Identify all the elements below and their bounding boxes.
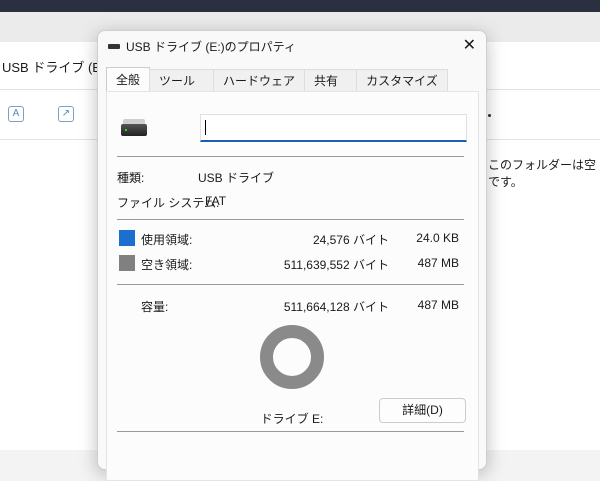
tab-hardware[interactable]: ハードウェア <box>213 69 306 91</box>
type-label: 種類: <box>117 171 145 185</box>
divider <box>117 284 464 285</box>
dialog-title-bar: USB ドライブ (E:)のプロパティ <box>108 37 296 55</box>
address-text: USB ドライブ (E:) <box>2 60 109 75</box>
share-icon[interactable]: ↗ <box>58 106 74 122</box>
drive-label: ドライブ E: <box>260 412 324 426</box>
empty-folder-message: このフォルダーは空です。 <box>488 158 597 189</box>
used-space-bytes: 24,576 バイト <box>312 233 389 247</box>
type-value: USB ドライブ <box>198 171 275 185</box>
free-space-bytes: 511,639,552 バイト <box>283 258 389 272</box>
text-cursor <box>205 120 206 135</box>
tab-tools[interactable]: ツール <box>149 69 215 91</box>
filesystem-value: FAT <box>205 194 227 208</box>
divider <box>117 156 464 157</box>
tab-customize[interactable]: カスタマイズ <box>356 69 448 91</box>
capacity-label: 容量: <box>141 300 169 314</box>
tab-general[interactable]: 全般 <box>106 67 151 91</box>
free-space-swatch <box>119 255 135 271</box>
filesystem-label: ファイル システム: <box>117 196 220 210</box>
drive-name-input[interactable] <box>200 114 467 142</box>
more-options-icon[interactable] <box>488 114 491 117</box>
details-button[interactable]: 詳細(D) <box>379 398 466 423</box>
capacity-bytes: 511,664,128 バイト <box>283 300 389 314</box>
used-space-label: 使用領域: <box>141 233 193 247</box>
dialog-title: USB ドライブ (E:)のプロパティ <box>126 39 296 54</box>
desktop-background <box>0 0 600 12</box>
divider <box>117 431 464 432</box>
general-panel: 種類: USB ドライブ ファイル システム: FAT 使用領域: 24,576… <box>106 91 479 481</box>
rename-icon[interactable]: A <box>8 106 24 122</box>
usb-drive-icon <box>121 119 147 136</box>
capacity-size: 487 MB <box>417 298 459 312</box>
usage-donut-chart <box>260 325 324 389</box>
tab-bar: 全般 ツール ハードウェア 共有 カスタマイズ <box>106 67 448 91</box>
used-space-swatch <box>119 230 135 246</box>
properties-dialog: USB ドライブ (E:)のプロパティ ✕ 全般 ツール ハードウェア 共有 カ… <box>97 30 487 481</box>
free-space-label: 空き領域: <box>141 258 193 272</box>
drive-icon <box>108 43 120 49</box>
used-space-size: 24.0 KB <box>416 231 459 245</box>
tab-sharing[interactable]: 共有 <box>304 69 358 91</box>
divider <box>117 219 464 220</box>
close-icon[interactable]: ✕ <box>463 35 476 55</box>
free-space-size: 487 MB <box>417 256 459 270</box>
